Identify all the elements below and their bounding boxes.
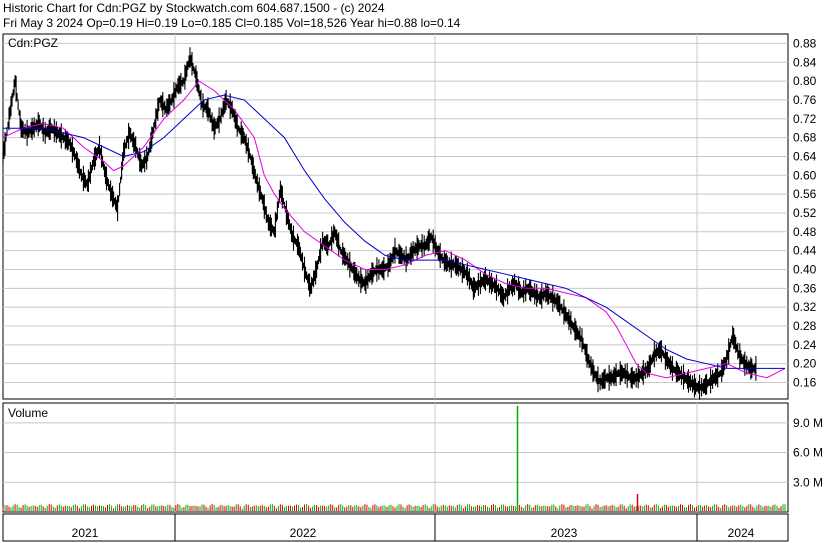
x-axis-panel [2, 513, 789, 542]
x-axis-year-label: 2021 [72, 526, 99, 540]
price-tick-label: 0.80 [793, 74, 817, 88]
volume-panel-frame [2, 402, 789, 513]
volume-tick-label: 6.0 M [793, 446, 823, 460]
price-tick-label: 0.48 [793, 225, 817, 239]
price-tick-label: 0.88 [793, 36, 817, 50]
price-tick-label: 0.16 [793, 376, 817, 390]
price-tick-label: 0.60 [793, 168, 817, 182]
price-tick-label: 0.20 [793, 357, 817, 371]
price-tick-label: 0.36 [793, 281, 817, 295]
symbol-label: Cdn:PGZ [8, 36, 58, 50]
price-tick-label: 0.68 [793, 131, 817, 145]
x-axis-year-label: 2023 [551, 526, 578, 540]
price-tick-label: 0.40 [793, 262, 817, 276]
price-tick-label: 0.44 [793, 244, 817, 258]
price-tick-label: 0.76 [793, 93, 817, 107]
x-axis-year-label: 2022 [290, 526, 317, 540]
price-tick-label: 0.56 [793, 187, 817, 201]
price-tick-label: 0.24 [793, 338, 817, 352]
price-tick-label: 0.72 [793, 112, 817, 126]
stock-chart: 0.88 0.84 0.80 0.76 0.72 0.68 0.64 0.60 0.56 0.52… [2, 33, 823, 542]
volume-title: Volume [8, 406, 48, 420]
price-tick-label: 0.28 [793, 319, 817, 333]
x-axis-year-label: 2024 [728, 526, 755, 540]
price-tick-label: 0.64 [793, 149, 817, 163]
price-tick-label: 0.52 [793, 206, 817, 220]
price-tick-label: 0.84 [793, 55, 817, 69]
price-tick-label: 0.32 [793, 300, 817, 314]
volume-tick-label: 3.0 M [793, 475, 823, 489]
price-panel-frame [2, 33, 789, 400]
volume-tick-label: 9.0 M [793, 416, 823, 430]
